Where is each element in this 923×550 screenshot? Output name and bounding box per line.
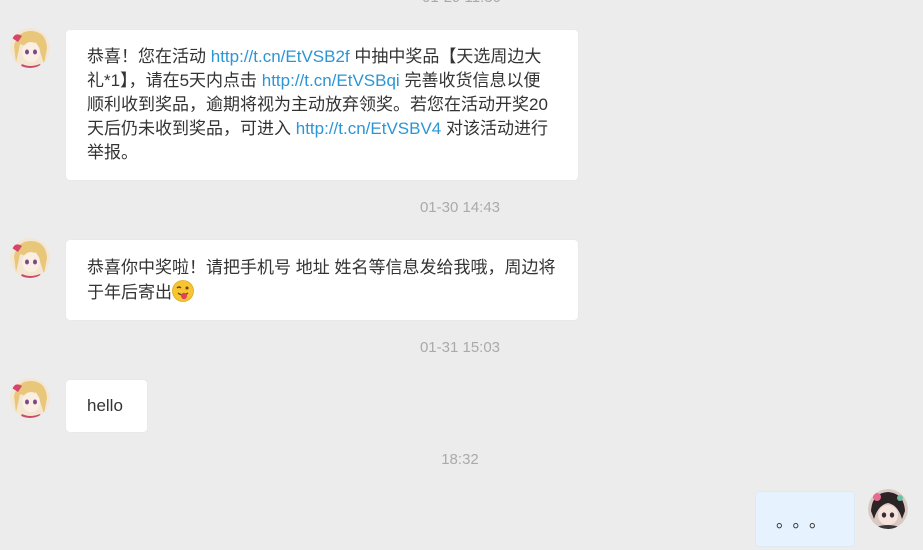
timestamp: 18:32	[441, 451, 479, 468]
message-text: 恭喜你中奖啦！请把手机号 地址 姓名等信息发给我哦，周边将于年后寄出	[87, 258, 556, 302]
timestamp: 01-30 14:43	[419, 199, 501, 216]
message-link[interactable]: http://t.cn/EtVSB2f	[211, 47, 350, 66]
timestamp-top: 01-29 11:30	[0, 0, 923, 8]
message-text: 。。。	[776, 512, 834, 531]
anime-girl-avatar-icon	[10, 378, 50, 418]
sender-avatar[interactable]	[10, 238, 50, 278]
my-message-bubble: 。。。	[755, 491, 855, 547]
timestamp: 01-31 15:03	[419, 339, 501, 356]
message-link[interactable]: http://t.cn/EtVSBV4	[296, 119, 442, 138]
message-bubble-shipping: 恭喜你中奖啦！请把手机号 地址 姓名等信息发给我哦，周边将于年后寄出	[66, 240, 578, 320]
anime-girl-avatar-icon	[10, 238, 50, 278]
anime-girl-avatar-icon	[10, 28, 50, 68]
my-avatar[interactable]	[868, 489, 908, 529]
message-bubble-hello: hello	[66, 380, 147, 432]
sender-avatar[interactable]	[10, 378, 50, 418]
message-text: hello	[87, 396, 123, 415]
message-text: 恭喜！您在活动	[87, 47, 211, 66]
sender-avatar[interactable]	[10, 28, 50, 68]
message-bubble-prize-notice: 恭喜！您在活动 http://t.cn/EtVSB2f 中抽中奖品【天选周边大礼…	[66, 30, 578, 180]
tongue-wink-emoji	[172, 280, 194, 302]
anime-dark-hair-avatar-icon	[868, 489, 908, 529]
message-link[interactable]: http://t.cn/EtVSBqi	[262, 71, 400, 90]
